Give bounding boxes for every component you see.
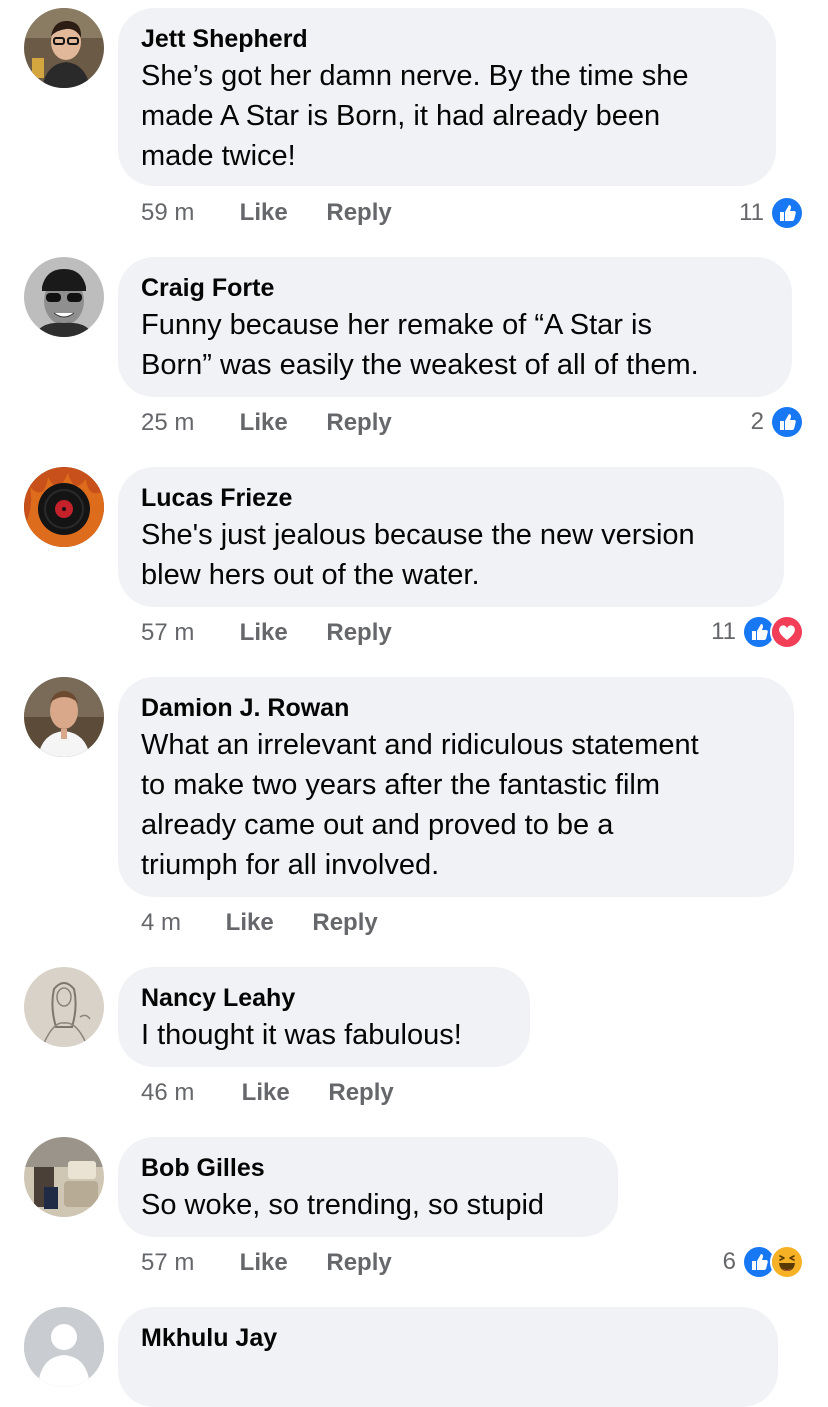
comment-text: I thought it was fabulous! [141, 1015, 506, 1055]
reaction-summary[interactable]: 11 [739, 196, 804, 230]
avatar[interactable] [24, 257, 104, 337]
comment-line: Born” was easily the weakest of all of t… [141, 349, 699, 381]
reaction-count: 11 [711, 618, 736, 645]
comment-bubble: Damion J. Rowan What an irrelevant and r… [118, 677, 794, 897]
like-button[interactable]: Like [240, 1248, 288, 1278]
comment-line: made A Star is Born, it had already been [141, 100, 661, 132]
reaction-count: 6 [722, 1248, 736, 1275]
comment-actions: 57 m Like Reply [141, 618, 392, 648]
like-button[interactable]: Like [226, 908, 274, 938]
avatar[interactable] [24, 677, 104, 757]
comment-text: She’s got her damn nerve. By the time sh… [141, 56, 752, 176]
comment-bubble: Mkhulu Jay [118, 1307, 778, 1407]
comment-bubble: Jett Shepherd She’s got her damn nerve. … [118, 8, 776, 186]
comment-text: Funny because her remake of “A Star is B… [141, 305, 768, 385]
comment-timestamp[interactable]: 4 m [141, 908, 187, 938]
reaction-count: 2 [750, 408, 764, 435]
comment-bubble: Nancy Leahy I thought it was fabulous! [118, 967, 530, 1067]
comment-author[interactable]: Mkhulu Jay [141, 1323, 754, 1353]
reply-button[interactable]: Reply [326, 408, 391, 438]
reply-button[interactable]: Reply [326, 1248, 391, 1278]
comment-timestamp[interactable]: 57 m [141, 618, 201, 648]
love-icon [770, 615, 804, 649]
avatar[interactable] [24, 967, 104, 1047]
comment-author[interactable]: Nancy Leahy [141, 983, 506, 1013]
comment-actions: 4 m Like Reply [141, 908, 378, 938]
avatar[interactable] [24, 1137, 104, 1217]
comment-author[interactable]: Lucas Frieze [141, 483, 760, 513]
comment-line: I thought it was fabulous! [141, 1019, 462, 1051]
like-button[interactable]: Like [242, 1078, 290, 1108]
reaction-summary[interactable]: 11 [711, 615, 804, 649]
comment-line: Funny because her remake of “A Star is [141, 309, 652, 341]
comment-author[interactable]: Bob Gilles [141, 1153, 594, 1183]
avatar[interactable] [24, 467, 104, 547]
like-icon [770, 405, 804, 439]
reply-button[interactable]: Reply [326, 618, 391, 648]
reply-button[interactable]: Reply [326, 198, 391, 228]
comment-author[interactable]: Jett Shepherd [141, 24, 752, 54]
comment-line: What an irrelevant and ridiculous statem… [141, 729, 699, 761]
comment-author[interactable]: Craig Forte [141, 273, 768, 303]
like-button[interactable]: Like [240, 618, 288, 648]
comment-line: to make two years after the fantastic fi… [141, 769, 660, 801]
comment-text: So woke, so trending, so stupid [141, 1185, 594, 1225]
comment-author[interactable]: Damion J. Rowan [141, 693, 770, 723]
like-button[interactable]: Like [240, 198, 288, 228]
reply-button[interactable]: Reply [312, 908, 377, 938]
comment-actions: 57 m Like Reply [141, 1248, 392, 1278]
comment-line: She's just jealous because the new versi… [141, 519, 695, 551]
comment-line: She’s got her damn nerve. By the time sh… [141, 60, 689, 92]
comment-line: made twice! [141, 140, 296, 172]
comment-timestamp[interactable]: 59 m [141, 198, 201, 228]
comment-actions: 59 m Like Reply [141, 198, 392, 228]
comment-line: triumph for all involved. [141, 849, 440, 881]
comment-text: She's just jealous because the new versi… [141, 515, 760, 595]
reaction-summary[interactable]: 6 [723, 1245, 804, 1279]
comment-actions: 46 m Like Reply [141, 1078, 394, 1108]
avatar[interactable] [24, 8, 104, 88]
comment-timestamp[interactable]: 57 m [141, 1248, 201, 1278]
like-button[interactable]: Like [240, 408, 288, 438]
comment-text: What an irrelevant and ridiculous statem… [141, 725, 770, 885]
like-icon [770, 196, 804, 230]
comment-actions: 25 m Like Reply [141, 408, 392, 438]
comment-bubble: Bob Gilles So woke, so trending, so stup… [118, 1137, 618, 1237]
comment-bubble: Lucas Frieze She's just jealous because … [118, 467, 784, 607]
reaction-count: 11 [739, 199, 764, 226]
reaction-summary[interactable]: 2 [751, 405, 804, 439]
comment-line: already came out and proved to be a [141, 809, 614, 841]
avatar[interactable] [24, 1307, 104, 1387]
comment-line: blew hers out of the water. [141, 559, 480, 591]
comment-timestamp[interactable]: 46 m [141, 1078, 203, 1108]
reply-button[interactable]: Reply [328, 1078, 393, 1108]
comment-bubble: Craig Forte Funny because her remake of … [118, 257, 792, 397]
comment-line: So woke, so trending, so stupid [141, 1189, 545, 1221]
comment-timestamp[interactable]: 25 m [141, 408, 201, 438]
haha-icon [770, 1245, 804, 1279]
